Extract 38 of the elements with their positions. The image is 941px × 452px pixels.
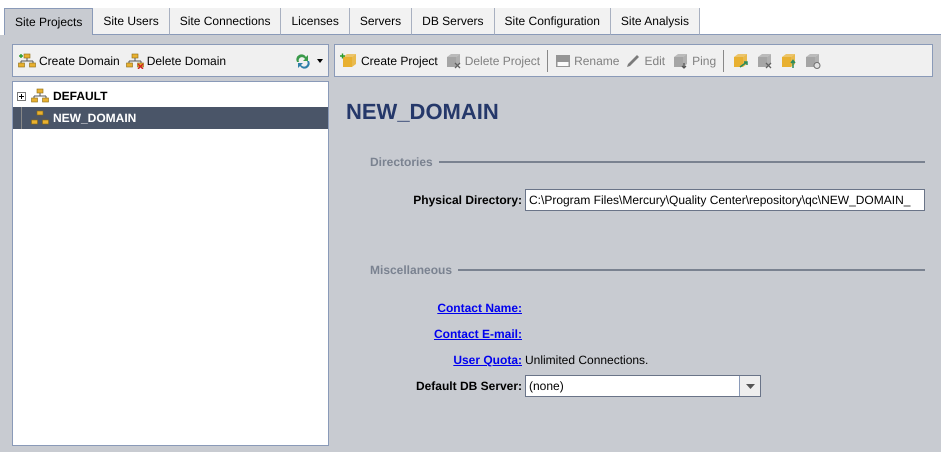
expander-icon[interactable]: [17, 92, 29, 100]
box-x-icon: [755, 52, 774, 68]
section-title: Miscellaneous: [370, 263, 452, 277]
tab[interactable]: Site Configuration: [494, 8, 611, 35]
tab[interactable]: Site Projects: [4, 8, 94, 35]
domain-title: NEW_DOMAIN: [346, 99, 500, 125]
field-value: Unlimited Connections.: [525, 353, 648, 367]
field-link[interactable]: Contact Name:: [437, 301, 522, 315]
section-title: Directories: [370, 155, 433, 169]
server-icon: [671, 52, 690, 68]
toolbar-button[interactable]: Create Project: [339, 52, 439, 68]
window-icon: [555, 52, 572, 68]
pencil-icon: [625, 52, 642, 68]
box-add-icon: [340, 52, 358, 68]
domain-delete-icon: [126, 52, 144, 68]
db-server-dropdown[interactable]: (none): [525, 375, 761, 397]
domain-icon: [31, 110, 49, 126]
tab[interactable]: DB Servers: [412, 8, 495, 35]
caret-icon: [317, 58, 323, 62]
toolbar-button[interactable]: Create Domain: [17, 52, 121, 68]
tab[interactable]: Licenses: [281, 8, 350, 35]
field-label: Physical Directory:: [413, 193, 522, 207]
domain-add-icon: [18, 52, 36, 68]
field-link[interactable]: User Quota:: [453, 353, 522, 367]
box-arrow-icon: [731, 52, 750, 68]
directory-field[interactable]: C:\Program Files\Mercury\Quality Center\repository\qc\NEW_DOMAIN_: [525, 189, 925, 211]
field-link[interactable]: Contact E-mail:: [434, 327, 522, 341]
tab[interactable]: Site Connections: [170, 8, 282, 35]
tree-item[interactable]: NEW_DOMAIN: [13, 107, 328, 129]
domain-icon: [31, 88, 49, 104]
field-label: Default DB Server:: [416, 379, 522, 393]
tab[interactable]: Servers: [350, 8, 412, 35]
tree-item[interactable]: DEFAULT: [13, 85, 328, 107]
box-up-icon: [779, 52, 798, 68]
tab[interactable]: Site Users: [93, 8, 170, 35]
box-block-icon: [803, 52, 822, 68]
toolbar-button[interactable]: Delete Domain: [124, 52, 228, 68]
tab[interactable]: Site Analysis: [610, 8, 700, 35]
